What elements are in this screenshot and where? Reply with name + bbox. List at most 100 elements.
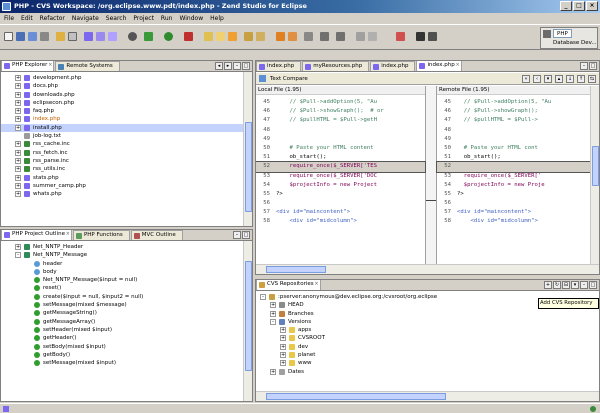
collapse-toggle-icon[interactable]: - (270, 318, 276, 325)
copy-all-left-icon[interactable]: « (522, 75, 530, 83)
cvs-item[interactable]: + dev (256, 343, 590, 351)
outline-item[interactable]: getMessageArray() (1, 318, 243, 326)
cvs-item[interactable]: + Dates (256, 368, 590, 376)
explorer-item[interactable]: + summer_camp.php (1, 182, 243, 190)
maximize-view-icon[interactable]: □ (242, 231, 250, 239)
scroll-thumb[interactable] (592, 146, 599, 186)
menu-file[interactable]: File (4, 15, 14, 22)
code-line[interactable]: 56 (256, 199, 425, 208)
outline-item[interactable]: getBody() (1, 351, 243, 359)
back-icon[interactable] (320, 32, 329, 41)
expand-toggle-icon[interactable]: + (270, 302, 276, 309)
expand-toggle-icon[interactable]: + (15, 108, 21, 115)
zend-icon[interactable] (396, 32, 405, 41)
scroll-thumb[interactable] (266, 266, 326, 273)
view-menu-icon[interactable]: ▾ (571, 281, 579, 289)
fast-view-icon[interactable] (3, 406, 9, 412)
explorer-item[interactable]: + stats.php (1, 174, 243, 182)
scroll-thumb[interactable] (245, 261, 252, 371)
code-line[interactable]: 58 <div id="midcolumn"> (256, 217, 425, 226)
code-line[interactable]: 49 (437, 135, 590, 144)
tab-editor-index-2[interactable]: index.php (370, 61, 416, 71)
minimize-view-icon[interactable]: – (580, 281, 588, 289)
open-type-icon[interactable] (56, 32, 65, 41)
expand-toggle-icon[interactable]: + (15, 91, 21, 98)
expand-toggle-icon[interactable]: + (15, 124, 21, 131)
code-line[interactable]: 54 $projectInfo = new Project (256, 181, 425, 190)
expand-toggle-icon[interactable]: + (280, 343, 286, 350)
save-all-icon[interactable] (28, 32, 37, 41)
prev-annotation-icon[interactable] (288, 32, 297, 41)
new-icon[interactable] (4, 32, 13, 41)
expand-toggle-icon[interactable]: + (280, 335, 286, 342)
code-line[interactable]: 53 require_once($_SERVER['DOC (256, 172, 425, 181)
outline-item[interactable]: header (1, 260, 243, 268)
perspective-database[interactable]: Database Dev... (553, 39, 597, 48)
explorer-item[interactable]: + rss_cache.inc (1, 140, 243, 148)
php-class-icon[interactable] (84, 32, 93, 41)
scroll-thumb[interactable] (245, 122, 252, 212)
minimize-view-icon[interactable]: – (580, 62, 588, 70)
explorer-item[interactable]: + whats.php (1, 190, 243, 198)
tab-cvs-repositories[interactable]: CVS Repositories × (256, 280, 321, 290)
explorer-item[interactable]: + eclipsecon.php (1, 99, 243, 107)
code-line[interactable]: 46 // $Pull->showGraph(); # or (256, 107, 425, 116)
outline-item[interactable]: getMessageString() (1, 309, 243, 317)
cvs-item[interactable]: + apps (256, 326, 590, 334)
minimize-view-icon[interactable]: – (233, 62, 241, 70)
code-line[interactable]: 49 (256, 135, 425, 144)
expand-toggle-icon[interactable]: + (15, 182, 21, 189)
tab-editor-myresources[interactable]: myResources.php (302, 61, 370, 71)
local-code[interactable]: 45 // $Pull->addOption(5, "Au 46 // $Pull… (256, 98, 426, 227)
expand-toggle-icon[interactable]: + (15, 149, 21, 156)
expand-toggle-icon[interactable]: + (15, 83, 21, 90)
code-line[interactable]: 55 ?> (437, 190, 590, 199)
code-line[interactable]: 47 // $pullHTML = $Pull-> (437, 116, 590, 125)
cvs-item[interactable]: - Versions (256, 318, 590, 326)
expand-toggle-icon[interactable]: + (280, 352, 286, 359)
code-line[interactable]: 58 <div id="midcolumn"> (437, 217, 590, 226)
settings-icon[interactable] (128, 32, 137, 41)
editor-hscrollbar[interactable] (256, 264, 599, 274)
forward-arrow-icon[interactable]: ▸ (224, 62, 232, 70)
back-arrow-icon[interactable]: ◂ (215, 62, 223, 70)
cvs-hscrollbar[interactable] (256, 391, 599, 401)
code-line[interactable]: 57 <div id="maincontent"> (256, 208, 425, 217)
ignore-whitespace-icon[interactable]: ⇆ (588, 75, 596, 83)
code-line[interactable]: 48 (437, 126, 590, 135)
search-icon[interactable] (216, 32, 225, 41)
tab-remote-systems[interactable]: Remote Systems (55, 61, 120, 71)
code-line[interactable]: 55 ?> (256, 190, 425, 199)
copy-left-icon[interactable]: ‹ (533, 75, 541, 83)
explorer-scrollbar[interactable] (243, 72, 252, 226)
scroll-thumb[interactable] (266, 393, 446, 400)
close-button[interactable]: × (586, 1, 598, 11)
close-icon[interactable]: × (456, 61, 460, 70)
sync-icon[interactable] (368, 32, 377, 41)
expand-toggle-icon[interactable]: + (15, 141, 21, 148)
explorer-item[interactable]: + faq.php (1, 107, 243, 115)
code-line[interactable]: 45 // $Pull->addOption(5, "Au (437, 98, 590, 107)
outline-item[interactable]: + Net_NNTP_Header (1, 243, 243, 251)
php-project-icon[interactable] (108, 32, 117, 41)
menu-edit[interactable]: Edit (21, 15, 33, 22)
php-file-icon[interactable] (96, 32, 105, 41)
expand-toggle-icon[interactable]: + (270, 368, 276, 375)
debug-icon[interactable] (144, 32, 153, 41)
tab-editor-index-3[interactable]: index.php × (416, 61, 462, 71)
outline-item[interactable]: body (1, 268, 243, 276)
open-perspective-icon[interactable] (543, 30, 551, 38)
expand-toggle-icon[interactable]: + (280, 360, 286, 367)
tab-php-project-outline[interactable]: PHP Project Outline × (1, 230, 72, 240)
collapse-toggle-icon[interactable]: - (260, 294, 266, 300)
explorer-item[interactable]: + install.php (1, 123, 243, 133)
add-repository-icon[interactable]: + (544, 281, 552, 289)
expand-toggle-icon[interactable]: + (15, 75, 21, 81)
edit-icon[interactable] (228, 32, 237, 41)
maximize-button[interactable]: □ (573, 1, 585, 11)
remote-code[interactable]: 45 // $Pull->addOption(5, "Au 46 // $Pull… (436, 98, 591, 227)
code-line[interactable]: 53 require_once($_SERVER[' (437, 172, 590, 181)
print-icon[interactable] (40, 32, 49, 41)
cvs-item[interactable]: + www (256, 359, 590, 367)
tab-php-functions[interactable]: PHP Functions (72, 230, 130, 240)
